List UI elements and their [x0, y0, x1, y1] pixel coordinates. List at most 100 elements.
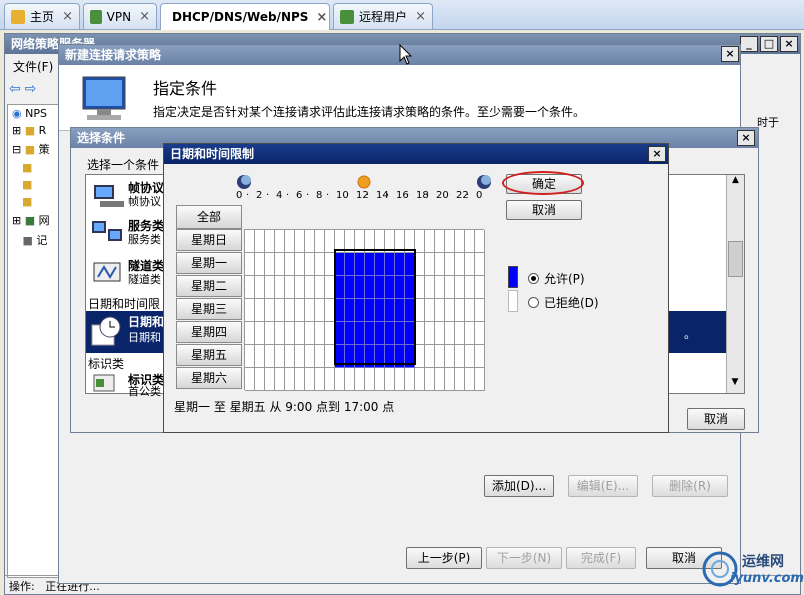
time-cell[interactable] — [335, 368, 345, 391]
time-cell[interactable] — [415, 230, 425, 253]
time-cell[interactable] — [285, 322, 295, 345]
menu-file[interactable]: 文件(F) — [13, 58, 53, 75]
time-cell[interactable] — [295, 322, 305, 345]
condition-cancel-button[interactable]: 取消 — [687, 408, 745, 430]
time-cell[interactable] — [295, 345, 305, 368]
delete-button[interactable]: 删除(R) — [652, 475, 728, 497]
time-cell[interactable] — [465, 276, 475, 299]
time-cell[interactable] — [455, 230, 465, 253]
close-button[interactable]: × — [780, 36, 798, 52]
day-button[interactable]: 星期五 — [176, 344, 242, 366]
time-cell[interactable] — [245, 230, 255, 253]
time-cell[interactable] — [275, 368, 285, 391]
time-cell[interactable] — [375, 368, 385, 391]
prev-button[interactable]: 上一步(P) — [406, 547, 482, 569]
time-cell[interactable] — [315, 230, 325, 253]
time-cell[interactable] — [315, 276, 325, 299]
tree-item-nps[interactable]: ◉ NPS — [8, 105, 58, 122]
time-cell[interactable] — [245, 345, 255, 368]
time-cell[interactable] — [285, 368, 295, 391]
time-cell[interactable] — [275, 299, 285, 322]
all-days-button[interactable]: 全部 — [176, 205, 242, 229]
time-cell[interactable] — [435, 299, 445, 322]
time-cell[interactable] — [245, 368, 255, 391]
time-cell[interactable] — [465, 299, 475, 322]
time-cell[interactable] — [295, 230, 305, 253]
time-cell[interactable] — [245, 299, 255, 322]
time-cell[interactable] — [255, 230, 265, 253]
scroll-up-icon[interactable]: ▲ — [727, 175, 744, 191]
tab-vpn[interactable]: VPN × — [83, 3, 157, 29]
day-button[interactable]: 星期一 — [176, 252, 242, 274]
time-cell[interactable] — [455, 299, 465, 322]
time-cell[interactable] — [265, 299, 275, 322]
time-cell[interactable] — [285, 253, 295, 276]
close-icon[interactable]: × — [131, 9, 150, 24]
add-button[interactable]: 添加(D)... — [484, 475, 554, 497]
time-cell[interactable] — [425, 345, 435, 368]
day-button[interactable]: 星期三 — [176, 298, 242, 320]
time-cell[interactable] — [455, 368, 465, 391]
close-icon[interactable]: × — [308, 10, 327, 25]
time-cell[interactable] — [475, 345, 485, 368]
time-cell[interactable] — [455, 253, 465, 276]
time-cell[interactable] — [305, 368, 315, 391]
time-cell[interactable] — [465, 368, 475, 391]
close-icon[interactable]: × — [407, 9, 426, 24]
time-cell[interactable] — [345, 368, 355, 391]
day-button[interactable]: 星期二 — [176, 275, 242, 297]
tree-item[interactable]: ⊟ ■ 策 — [8, 139, 58, 159]
time-cell[interactable] — [265, 253, 275, 276]
time-cell[interactable] — [305, 299, 315, 322]
close-icon[interactable]: × — [54, 9, 73, 24]
time-cell[interactable] — [445, 299, 455, 322]
time-cell[interactable] — [445, 253, 455, 276]
time-cell[interactable] — [275, 230, 285, 253]
time-cell[interactable] — [475, 368, 485, 391]
time-cell[interactable] — [325, 368, 335, 391]
time-cell[interactable] — [315, 322, 325, 345]
time-cell[interactable] — [355, 368, 365, 391]
time-cell[interactable] — [265, 345, 275, 368]
tab-dhcp-dns-web-nps[interactable]: DHCP/DNS/Web/NPS × — [160, 3, 330, 30]
time-cell[interactable] — [385, 368, 395, 391]
time-cell[interactable] — [245, 253, 255, 276]
wizard-close-button[interactable]: × — [721, 46, 739, 62]
time-cell[interactable] — [475, 253, 485, 276]
time-cell[interactable] — [315, 368, 325, 391]
time-cell[interactable] — [315, 253, 325, 276]
time-cell[interactable] — [275, 276, 285, 299]
time-cell[interactable] — [445, 230, 455, 253]
permit-radio[interactable]: 允许(P) — [528, 270, 585, 287]
list-scrollbar[interactable]: ▲ ▼ — [726, 175, 744, 393]
time-cell[interactable] — [285, 299, 295, 322]
time-cell[interactable] — [275, 345, 285, 368]
time-cell[interactable] — [425, 276, 435, 299]
time-cell[interactable] — [415, 368, 425, 391]
time-cell[interactable] — [365, 368, 375, 391]
time-cell[interactable] — [425, 322, 435, 345]
time-cell[interactable] — [255, 368, 265, 391]
back-arrow-icon[interactable]: ⇦ — [9, 81, 21, 97]
time-cell[interactable] — [425, 230, 435, 253]
time-cell[interactable] — [435, 368, 445, 391]
forward-arrow-icon[interactable]: ⇨ — [25, 81, 37, 97]
time-cell[interactable] — [275, 253, 285, 276]
time-cell[interactable] — [475, 299, 485, 322]
time-cell[interactable] — [255, 253, 265, 276]
time-cell[interactable] — [475, 322, 485, 345]
time-cell[interactable] — [265, 230, 275, 253]
scroll-thumb[interactable] — [728, 241, 743, 277]
time-cell[interactable] — [415, 345, 425, 368]
time-cell[interactable] — [445, 345, 455, 368]
time-cell[interactable] — [455, 322, 465, 345]
time-cell[interactable] — [465, 253, 475, 276]
time-cell[interactable] — [295, 253, 305, 276]
time-cell[interactable] — [435, 322, 445, 345]
deny-radio[interactable]: 已拒绝(D) — [528, 294, 599, 311]
time-cell[interactable] — [305, 322, 315, 345]
day-button[interactable]: 星期日 — [176, 229, 242, 251]
time-cell[interactable] — [255, 276, 265, 299]
close-button[interactable]: × — [737, 130, 755, 146]
time-cell[interactable] — [305, 276, 315, 299]
